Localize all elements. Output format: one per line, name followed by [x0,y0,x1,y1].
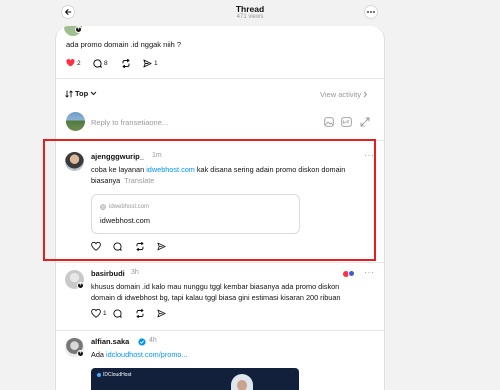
reply-text: khusus domain .id kalo mau nunggu tggl k… [91,282,340,291]
reply-link[interactable]: idcloudhost.com/promo... [106,350,188,359]
view-count: 471 views [236,14,264,20]
current-user-avatar [66,112,85,131]
reply-username[interactable]: basirbudi [91,269,125,278]
page-title: Thread [235,4,265,14]
view-activity-link[interactable]: View activity [320,90,368,99]
reply-more-button[interactable]: ··· [364,267,375,277]
follow-plus-icon[interactable]: + [75,26,82,33]
chevron-right-icon [363,91,368,98]
top-bar: Thread 471 views [0,0,500,26]
divider [56,78,384,79]
reaction-icons [343,270,361,278]
comment-button[interactable]: 8 [93,59,108,68]
highlight-box [43,139,376,261]
reply-time: 4h [149,337,157,344]
verified-badge-icon [138,338,146,346]
chevron-down-icon [90,91,97,96]
repost-button[interactable] [121,59,131,68]
more-options-button[interactable] [364,5,378,19]
media-preview[interactable]: IDCloudHost [91,368,299,390]
view-activity-label: View activity [320,90,362,99]
repost-icon [122,59,130,68]
heart-filled-icon [66,59,75,67]
reply-time: 3h [131,269,139,276]
like-count: 2 [77,59,81,67]
reply-input[interactable]: Reply to fransetiaone... [91,118,168,127]
media-brand: IDCloudHost [97,372,131,378]
divider [56,330,384,331]
expand-icon[interactable] [360,117,370,127]
repost-icon[interactable] [135,309,145,318]
send-icon [143,59,152,68]
like-count: 1 [103,310,107,317]
cloud-icon [97,373,101,377]
sort-label: Top [75,89,89,98]
post-text: ada promo domain .id nggak niih ? [66,40,182,49]
gif-icon[interactable] [341,117,352,127]
reply-username[interactable]: alfian.saka [91,337,129,346]
sort-icon [65,89,73,98]
follow-plus-icon[interactable]: + [77,282,84,289]
image-icon[interactable] [324,117,334,127]
media-person-face [237,380,247,390]
reply-text-prefix: Ada [91,350,107,359]
comment-icon[interactable] [113,309,122,318]
sort-dropdown[interactable]: Top [65,89,97,98]
share-count: 1 [154,60,158,67]
reaction-badge-icon [348,270,355,277]
follow-plus-icon[interactable]: + [77,350,84,357]
more-icon [367,11,375,13]
send-icon[interactable] [157,309,166,318]
share-button[interactable]: 1 [143,59,158,68]
comment-icon [93,59,102,68]
comment-count: 8 [104,60,108,67]
reply-text-line2: domain di idwebhost bg, tapi kalau tggl … [91,293,341,302]
media-brand-label: IDCloudHost [103,372,132,378]
like-button[interactable]: 2 [66,59,81,67]
reply-text: Ada idcloudhost.com/promo... [91,350,188,359]
divider [56,262,384,263]
like-button[interactable]: 1 [91,309,107,318]
heart-icon [91,309,101,318]
